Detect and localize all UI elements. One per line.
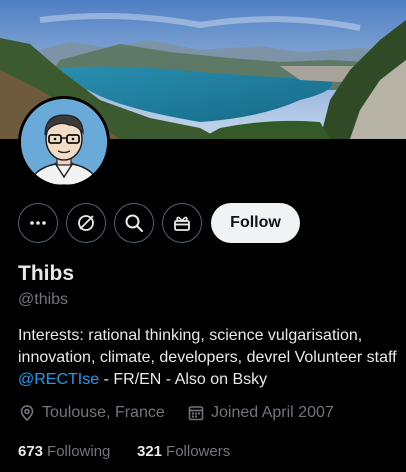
profile-joined: Joined April 2007 (187, 404, 334, 422)
profile-actions: Follow (0, 203, 406, 243)
bio-mention-link[interactable]: @RECTIse (18, 371, 99, 388)
search-icon (125, 214, 143, 232)
search-button[interactable] (114, 203, 154, 243)
followers-label: Followers (166, 443, 231, 460)
more-button[interactable] (18, 203, 58, 243)
followers-count: 321 (137, 443, 163, 460)
following-count: 673 (18, 443, 44, 460)
bio-text: Interests: rational thinking, science vu… (18, 327, 397, 366)
location-pin-icon (20, 405, 34, 422)
profile-bio: Interests: rational thinking, science vu… (18, 325, 398, 391)
bio-text-end: - FR/EN - Also on Bsky (99, 371, 268, 388)
profile-avatar[interactable] (18, 96, 110, 188)
following-label: Following (47, 443, 111, 460)
follow-button[interactable]: Follow (211, 203, 300, 243)
calendar-icon (188, 406, 204, 421)
profile-display-name: Thibs (18, 262, 74, 285)
subscribe-button[interactable] (162, 203, 202, 243)
grok-button[interactable] (66, 203, 106, 243)
avatar-illustration (21, 99, 107, 185)
gift-icon (174, 216, 190, 231)
profile-location: Toulouse, France (18, 404, 165, 422)
grok-icon (78, 215, 94, 231)
profile-handle: @thibs (18, 291, 69, 308)
following-link[interactable]: 673 Following (18, 443, 110, 460)
joined-text: Joined April 2007 (211, 404, 334, 421)
location-text: Toulouse, France (42, 404, 165, 421)
followers-link[interactable]: 321 Followers (137, 443, 230, 460)
more-icon (30, 221, 46, 225)
